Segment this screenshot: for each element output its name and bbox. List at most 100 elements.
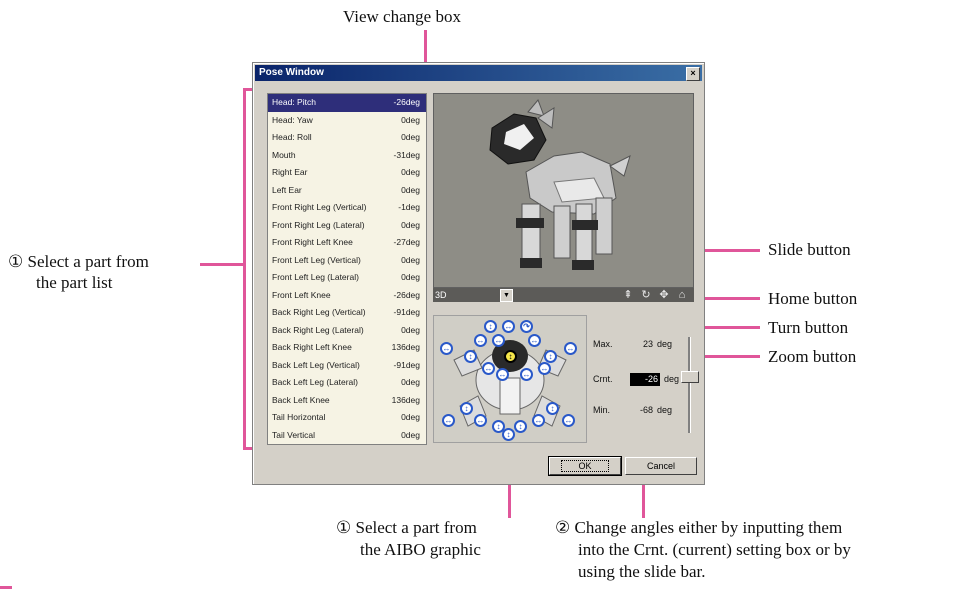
- part-list-item[interactable]: Right Ear 0deg: [268, 164, 426, 182]
- joint-button[interactable]: ↔: [532, 414, 545, 427]
- joint-button[interactable]: ↕: [546, 402, 559, 415]
- part-angle: -91deg: [393, 359, 420, 370]
- callout-change-angles-1: ② Change angles either by inputting them: [555, 518, 843, 537]
- joint-button[interactable]: ↔: [528, 334, 541, 347]
- joint-button[interactable]: ↕: [484, 320, 497, 333]
- callout-view-change-box: View change box: [343, 7, 461, 26]
- part-angle: -26deg: [393, 97, 420, 107]
- part-angle: 0deg: [401, 184, 420, 195]
- max-value: 23: [643, 339, 654, 349]
- ok-button[interactable]: OK: [548, 456, 622, 476]
- part-list-item[interactable]: Front Left Knee -26deg: [268, 287, 426, 305]
- angle-slider-track[interactable]: [688, 337, 691, 433]
- part-name: Left Ear: [272, 184, 302, 195]
- view-3d[interactable]: [433, 93, 694, 288]
- part-list-item[interactable]: Back Right Leg (Lateral) 0deg: [268, 322, 426, 340]
- part-name: Back Left Leg (Vertical): [272, 359, 360, 370]
- joint-button[interactable]: ↕: [514, 420, 527, 433]
- part-list-item[interactable]: Back Left Knee 136deg: [268, 392, 426, 410]
- callout-change-angles-2: into the Crnt. (current) setting box or …: [578, 540, 851, 559]
- callout-change-angles-3: using the slide bar.: [578, 562, 706, 581]
- joint-button[interactable]: ↔: [562, 414, 575, 427]
- part-name: Front Right Leg (Vertical): [272, 202, 367, 212]
- part-angle: 0deg: [401, 377, 420, 387]
- part-list-item[interactable]: Left Ear 0deg: [268, 182, 426, 200]
- part-list-item[interactable]: Back Left Leg (Vertical) -91deg: [268, 357, 426, 375]
- callout-select-graphic-1: ① Select a part from: [336, 518, 477, 537]
- part-list-item[interactable]: Front Right Leg (Vertical) -1deg: [268, 199, 426, 217]
- joint-button[interactable]: ↔: [474, 414, 487, 427]
- joint-button[interactable]: ↔: [520, 368, 533, 381]
- leader-part-list-h: [200, 263, 244, 266]
- crnt-input[interactable]: -26: [630, 373, 660, 386]
- part-angle: 0deg: [401, 429, 420, 440]
- part-name: Head: Pitch: [272, 97, 316, 107]
- turn-button[interactable]: ↻: [639, 288, 653, 302]
- part-angle: 0deg: [401, 132, 420, 142]
- part-list-item[interactable]: Front Right Left Knee -27deg: [268, 234, 426, 252]
- view-change-select[interactable]: 3D ▼: [435, 289, 513, 302]
- joint-button[interactable]: ↔: [496, 368, 509, 381]
- part-angle: 0deg: [401, 254, 420, 265]
- joint-button[interactable]: ↕: [544, 350, 557, 363]
- joint-button[interactable]: ↔: [564, 342, 577, 355]
- part-list-item[interactable]: Mouth -31deg: [268, 147, 426, 165]
- joint-button[interactable]: ↔: [440, 342, 453, 355]
- joint-button[interactable]: ↔: [442, 414, 455, 427]
- cancel-button[interactable]: Cancel: [625, 457, 697, 475]
- zoom-button[interactable]: ⇞: [621, 288, 635, 302]
- part-name: Front Left Leg (Vertical): [272, 254, 361, 265]
- part-list-item[interactable]: Tail Horizontal 0deg: [268, 409, 426, 427]
- joint-button[interactable]: ↕: [464, 350, 477, 363]
- home-button[interactable]: ⌂: [675, 288, 689, 302]
- part-name: Back Right Left Knee: [272, 342, 352, 352]
- part-name: Front Right Left Knee: [272, 237, 353, 247]
- view-toolbar: 3D ▼ ⇞ ↻ ✥ ⌂: [433, 288, 694, 302]
- part-name: Right Ear: [272, 167, 308, 177]
- part-name: Back Right Leg (Lateral): [272, 324, 364, 335]
- part-list-item[interactable]: Back Left Leg (Lateral) 0deg: [268, 374, 426, 392]
- part-angle: 0deg: [401, 412, 420, 422]
- max-label: Max.: [593, 339, 613, 349]
- bracket-part-list-v: [243, 88, 246, 450]
- part-list-item[interactable]: Head: Yaw 0deg: [268, 112, 426, 130]
- callout-zoom-button: Zoom button: [768, 347, 857, 366]
- joint-button[interactable]: ↷: [520, 320, 533, 333]
- joint-button[interactable]: ↔: [492, 334, 505, 347]
- part-angle: 0deg: [401, 114, 420, 125]
- part-list-item[interactable]: Head: Pitch -26deg: [268, 94, 426, 112]
- callout-select-graphic-2: the AIBO graphic: [360, 540, 481, 559]
- part-angle: -91deg: [393, 307, 420, 317]
- part-angle: 0deg: [401, 219, 420, 230]
- joint-button[interactable]: ↕: [504, 350, 517, 363]
- part-list-item[interactable]: Tail Vertical 0deg: [268, 427, 426, 445]
- joint-button[interactable]: ↔: [502, 320, 515, 333]
- turn-icon: ↻: [641, 289, 651, 301]
- angle-slider-thumb[interactable]: [681, 371, 699, 383]
- part-list-item[interactable]: Front Left Leg (Lateral) 0deg: [268, 269, 426, 287]
- part-list-item[interactable]: Front Left Leg (Vertical) 0deg: [268, 252, 426, 270]
- part-list-item[interactable]: Head: Roll 0deg: [268, 129, 426, 147]
- callout-select-part-list-2: the part list: [36, 273, 113, 292]
- part-angle: 136deg: [391, 342, 420, 352]
- callout-slide-button: Slide button: [768, 240, 851, 259]
- part-angle: -26deg: [393, 289, 420, 300]
- part-name: Back Left Knee: [272, 394, 330, 405]
- part-list[interactable]: Head: Pitch -26deg Head: Yaw 0deg Head: Roll…: [267, 93, 427, 445]
- joint-button[interactable]: ↔: [482, 362, 495, 375]
- slide-button[interactable]: ✥: [657, 288, 671, 302]
- aibo-graphic[interactable]: ↕ ↔ ↷ ↔ ↔ ↔ ↔ ↔ ↕ ↕ ↕ ↔ ↔ ↔ ↔ ↕ ↕ ↔ ↔ ↔ ↔ ↕ ↕ ↕: [433, 315, 587, 443]
- crnt-unit: deg: [664, 374, 680, 384]
- close-icon[interactable]: ×: [686, 67, 700, 81]
- part-name: Back Right Leg (Vertical): [272, 307, 366, 317]
- cancel-label: Cancel: [646, 461, 675, 471]
- chevron-down-icon[interactable]: ▼: [500, 289, 513, 302]
- part-angle: 0deg: [401, 272, 420, 282]
- joint-button[interactable]: ↕: [460, 402, 473, 415]
- joint-button[interactable]: ↔: [538, 362, 551, 375]
- joint-button[interactable]: ↔: [474, 334, 487, 347]
- joint-button[interactable]: ↕: [502, 428, 515, 441]
- part-list-item[interactable]: Back Right Leg (Vertical) -91deg: [268, 304, 426, 322]
- part-list-item[interactable]: Back Right Left Knee 136deg: [268, 339, 426, 357]
- part-list-item[interactable]: Front Right Leg (Lateral) 0deg: [268, 217, 426, 235]
